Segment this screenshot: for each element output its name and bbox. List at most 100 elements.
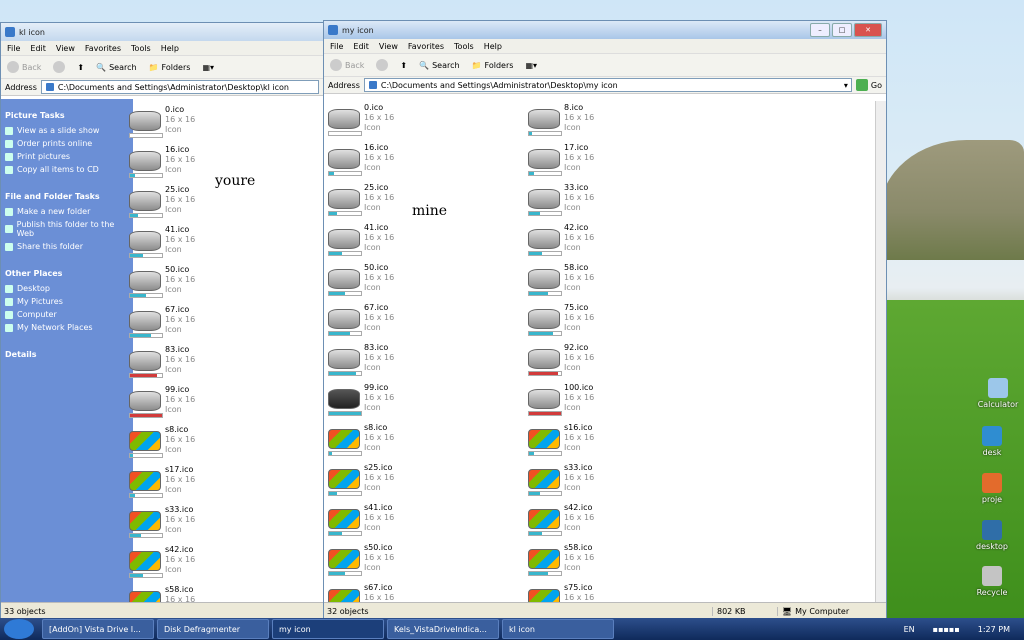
menu-item-favorites[interactable]: Favorites (85, 44, 121, 53)
file-item[interactable]: 41.ico 16 x 16 Icon (326, 223, 506, 263)
file-item[interactable]: s50.ico 16 x 16 Icon (326, 543, 506, 583)
file-item[interactable]: 83.ico 16 x 16 Icon (127, 345, 307, 385)
file-folder-tasks-header[interactable]: File and Folder Tasks (5, 192, 129, 201)
views-button[interactable]: ▦▾ (202, 63, 214, 72)
back-button[interactable]: Back (7, 61, 41, 73)
folders-button[interactable]: 📁 Folders (149, 63, 191, 72)
task-link[interactable]: Computer (5, 310, 129, 319)
tray-icons[interactable]: ▪▪▪▪▪ (933, 625, 960, 634)
desktop-icon[interactable]: desk (962, 426, 1022, 457)
address-input[interactable]: C:\Documents and Settings\Administrator\… (363, 78, 852, 92)
menu-item-tools[interactable]: Tools (454, 42, 474, 51)
task-link[interactable]: Desktop (5, 284, 129, 293)
taskbar-button[interactable]: my icon (272, 619, 384, 639)
taskbar-button[interactable]: kl icon (502, 619, 614, 639)
task-link[interactable]: Order prints online (5, 139, 129, 148)
file-item[interactable]: s33.ico 16 x 16 Icon (127, 505, 307, 545)
go-button[interactable]: Go (855, 79, 882, 91)
task-link[interactable]: My Pictures (5, 297, 129, 306)
task-link[interactable]: Publish this folder to the Web (5, 220, 129, 238)
task-link[interactable]: Copy all items to CD (5, 165, 129, 174)
file-item[interactable]: s41.ico 16 x 16 Icon (326, 503, 506, 543)
file-item[interactable]: 0.ico 16 x 16 Icon (326, 103, 506, 143)
file-item[interactable]: 41.ico 16 x 16 Icon (127, 225, 307, 265)
file-item[interactable]: 99.ico 16 x 16 Icon (326, 383, 506, 423)
file-item[interactable]: s8.ico 16 x 16 Icon (326, 423, 506, 463)
language-indicator[interactable]: EN (904, 625, 915, 634)
file-item[interactable]: 83.ico 16 x 16 Icon (326, 343, 506, 383)
up-button[interactable]: ⬆ (77, 63, 84, 72)
vertical-scrollbar[interactable] (875, 101, 886, 602)
forward-button[interactable] (376, 59, 389, 71)
file-item[interactable]: 33.ico 16 x 16 Icon (526, 183, 706, 223)
file-item[interactable]: s58.ico16 x 16Icon (526, 543, 706, 583)
clock[interactable]: 1:27 PM (978, 625, 1010, 634)
taskbar-button[interactable]: [AddOn] Vista Drive I... (42, 619, 154, 639)
views-button[interactable]: ▦▾ (525, 61, 537, 70)
menu-item-tools[interactable]: Tools (131, 44, 151, 53)
file-item[interactable]: 17.ico 16 x 16 Icon (526, 143, 706, 183)
picture-tasks-header[interactable]: Picture Tasks (5, 111, 129, 120)
taskbar-button[interactable]: Kels_VistaDriveIndica... (387, 619, 499, 639)
file-item[interactable]: 75.ico 16 x 16 Icon (526, 303, 706, 343)
maximize-button[interactable]: □ (832, 23, 852, 37)
desktop-icon[interactable]: proje (962, 473, 1022, 504)
search-button[interactable]: 🔍 Search (96, 63, 136, 72)
file-item[interactable]: s42.ico 16 x 16 Icon (127, 545, 307, 585)
menu-item-favorites[interactable]: Favorites (408, 42, 444, 51)
file-item[interactable]: 67.ico 16 x 16 Icon (326, 303, 506, 343)
file-item[interactable]: 67.ico 16 x 16 Icon (127, 305, 307, 345)
file-item[interactable]: 42.ico 16 x 16 Icon (526, 223, 706, 263)
file-item[interactable]: 92.ico 16 x 16 Icon (526, 343, 706, 383)
file-item[interactable]: 8.ico 16 x 16 Icon (526, 103, 706, 143)
file-item[interactable]: s8.ico 16 x 16 Icon (127, 425, 307, 465)
address-dropdown-icon[interactable]: ▾ (844, 81, 851, 90)
menu-item-view[interactable]: View (379, 42, 398, 51)
file-item[interactable]: s67.ico16 x 16Icon (326, 583, 506, 602)
task-link[interactable]: View as a slide show (5, 126, 129, 135)
address-input[interactable]: C:\Documents and Settings\Administrator\… (40, 80, 319, 94)
start-button[interactable] (4, 619, 34, 639)
menu-item-edit[interactable]: Edit (353, 42, 369, 51)
file-item[interactable]: 16.ico 16 x 16 Icon (326, 143, 506, 183)
menu-item-help[interactable]: Help (161, 44, 179, 53)
other-places-header[interactable]: Other Places (5, 269, 129, 278)
file-item[interactable]: 50.ico 16 x 16 Icon (127, 265, 307, 305)
file-item[interactable]: 99.ico 16 x 16 Icon (127, 385, 307, 425)
desktop-icon[interactable]: Calculator (968, 378, 1024, 409)
task-link[interactable]: Share this folder (5, 242, 129, 251)
file-item[interactable]: s17.ico 16 x 16 Icon (127, 465, 307, 505)
menu-item-view[interactable]: View (56, 44, 75, 53)
title-bar[interactable]: my icon – □ ✕ (324, 21, 886, 39)
menu-item-file[interactable]: File (7, 44, 20, 53)
file-item[interactable]: s33.ico 16 x 16 Icon (526, 463, 706, 503)
task-link[interactable]: My Network Places (5, 323, 129, 332)
close-button[interactable]: ✕ (854, 23, 882, 37)
file-item[interactable]: 58.ico 16 x 16 Icon (526, 263, 706, 303)
task-link[interactable]: Make a new folder (5, 207, 129, 216)
file-item[interactable]: s75.ico16 x 16Icon (526, 583, 706, 602)
file-item[interactable]: s25.ico 16 x 16 Icon (326, 463, 506, 503)
desktop-icon[interactable]: desktop (962, 520, 1022, 551)
menu-item-file[interactable]: File (330, 42, 343, 51)
file-item[interactable]: 0.ico 16 x 16 Icon (127, 105, 307, 145)
menu-item-edit[interactable]: Edit (30, 44, 46, 53)
task-link[interactable]: Print pictures (5, 152, 129, 161)
title-bar[interactable]: kl icon (1, 23, 323, 41)
details-header[interactable]: Details (5, 350, 129, 359)
back-button[interactable]: Back (330, 59, 364, 71)
minimize-button[interactable]: – (810, 23, 830, 37)
file-item[interactable]: s42.ico 16 x 16 Icon (526, 503, 706, 543)
forward-button[interactable] (53, 61, 66, 73)
file-item[interactable]: 50.ico 16 x 16 Icon (326, 263, 506, 303)
menu-item-help[interactable]: Help (484, 42, 502, 51)
taskbar-button[interactable]: Disk Defragmenter (157, 619, 269, 639)
file-item[interactable]: s16.ico 16 x 16 Icon (526, 423, 706, 463)
file-item[interactable]: 25.ico 16 x 16 Icon (127, 185, 307, 225)
up-button[interactable]: ⬆ (400, 61, 407, 70)
file-item[interactable]: 100.ico 16 x 16 Icon (526, 383, 706, 423)
file-item[interactable]: s58.ico16 x 16Icon (127, 585, 307, 602)
desktop-icon[interactable]: Recycle (962, 566, 1022, 597)
folders-button[interactable]: 📁 Folders (472, 61, 514, 70)
search-button[interactable]: 🔍 Search (419, 61, 459, 70)
